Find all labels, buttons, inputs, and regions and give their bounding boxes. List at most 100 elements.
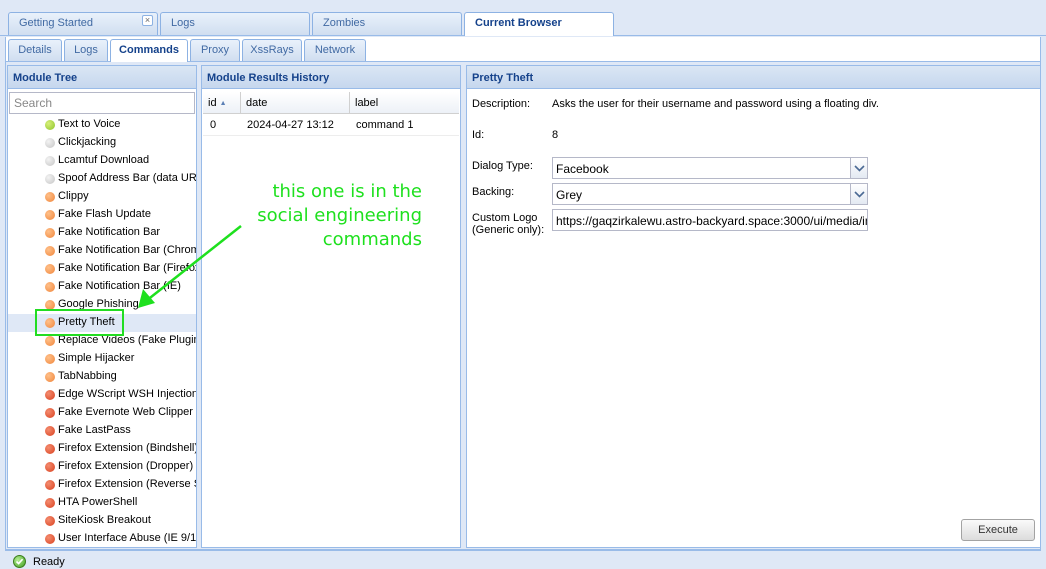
tree-item[interactable]: Spoof Address Bar (data URL) — [8, 170, 196, 188]
status-red-icon — [45, 498, 55, 508]
status-bar: Ready — [5, 550, 1041, 569]
status-text: Ready — [33, 556, 65, 568]
tree-item-label: Clickjacking — [58, 136, 117, 148]
tree-item-label: Fake LastPass — [58, 424, 131, 436]
dialog-type-select[interactable]: Facebook — [552, 157, 868, 179]
status-orange-icon — [45, 354, 55, 364]
module-detail-panel: Pretty Theft Description: Asks the user … — [466, 65, 1041, 548]
subtab-label: Details — [18, 44, 52, 56]
tree-item[interactable]: Fake Flash Update — [8, 206, 196, 224]
status-orange-icon — [45, 192, 55, 202]
tree-item[interactable]: Simple Hijacker — [8, 350, 196, 368]
tab-current-browser[interactable]: Current Browser — [464, 12, 614, 36]
status-grey-icon — [45, 138, 55, 148]
custom-logo-input[interactable]: https://gaqzirkalewu.astro-backyard.spac… — [552, 209, 868, 231]
tree-item-label: Fake Notification Bar — [58, 226, 161, 238]
status-red-icon — [45, 462, 55, 472]
status-orange-icon — [45, 264, 55, 274]
status-grey-icon — [45, 156, 55, 166]
subtab-label: Commands — [119, 44, 179, 56]
close-icon[interactable]: × — [142, 15, 153, 26]
status-orange-icon — [45, 210, 55, 220]
status-red-icon — [45, 516, 55, 526]
execute-button[interactable]: Execute — [961, 519, 1035, 541]
tab-getting-started[interactable]: Getting Started × — [8, 12, 158, 35]
status-red-icon — [45, 390, 55, 400]
tree-item[interactable]: Clippy — [8, 188, 196, 206]
tree-item[interactable]: Fake LastPass — [8, 422, 196, 440]
table-row[interactable]: 0 2024-04-27 13:12 command 1 — [203, 115, 459, 136]
subtab-label: Proxy — [200, 44, 230, 56]
chevron-down-icon[interactable] — [850, 184, 867, 204]
status-red-icon — [45, 408, 55, 418]
cell-id: 0 — [210, 119, 217, 131]
chevron-down-icon[interactable] — [850, 158, 867, 178]
subtab-label: XssRays — [250, 44, 294, 56]
subtab-logs[interactable]: Logs — [64, 39, 108, 61]
tree-item[interactable]: Fake Notification Bar (IE) — [8, 278, 196, 296]
column-label: date — [246, 97, 268, 109]
module-tree-panel: Module Tree Text to Voice Clickjacking L… — [7, 65, 197, 548]
tree-item-label: Firefox Extension (Dropper) — [58, 460, 194, 472]
panel-title: Module Tree — [8, 66, 196, 89]
column-header-date[interactable]: date — [241, 92, 350, 114]
annotation-text: this one is in the social engineering co… — [232, 180, 422, 252]
panel-title: Pretty Theft — [467, 66, 1040, 89]
tree-item[interactable]: User Interface Abuse (IE 9/10) — [8, 530, 196, 548]
tree-item-label: Simple Hijacker — [58, 352, 135, 364]
tree-item[interactable]: TabNabbing — [8, 368, 196, 386]
tree-item[interactable]: Fake Evernote Web Clipper — [8, 404, 196, 422]
description-label: Description: — [472, 98, 531, 110]
cell-date: 2024-04-27 13:12 — [247, 119, 334, 131]
tree-item[interactable]: Lcamtuf Download — [8, 152, 196, 170]
tree-item[interactable]: Text to Voice — [8, 116, 196, 134]
column-header-label[interactable]: label — [350, 92, 459, 114]
subtab-label: Logs — [74, 44, 98, 56]
tree-item-label: Text to Voice — [58, 118, 121, 130]
subtab-network[interactable]: Network — [304, 39, 366, 61]
status-red-icon — [45, 426, 55, 436]
tree-item[interactable]: HTA PowerShell — [8, 494, 196, 512]
backing-select[interactable]: Grey — [552, 183, 868, 205]
tree-item[interactable]: Firefox Extension (Reverse Shell) — [8, 476, 196, 494]
tree-item[interactable]: Fake Notification Bar — [8, 224, 196, 242]
status-red-icon — [45, 480, 55, 490]
annotation-line: social engineering — [257, 205, 422, 226]
results-panel: Module Results History id ▲ date label 0 … — [201, 65, 461, 548]
subtab-proxy[interactable]: Proxy — [190, 39, 240, 61]
backing-value: Grey — [556, 188, 583, 202]
tab-label: Logs — [171, 17, 195, 29]
dialog-type-label: Dialog Type: — [472, 160, 533, 172]
status-red-icon — [45, 534, 55, 544]
status-green-icon — [45, 120, 55, 130]
annotation-line: commands — [322, 229, 422, 250]
sort-ascending-icon: ▲ — [219, 100, 227, 107]
tree-item-label: HTA PowerShell — [58, 496, 138, 508]
tree-item[interactable]: Clickjacking — [8, 134, 196, 152]
status-orange-icon — [45, 282, 55, 292]
browser-tab-bar: Details Logs Commands Proxy XssRays Netw… — [5, 37, 1041, 62]
subtab-xssrays[interactable]: XssRays — [242, 39, 302, 61]
column-label: label — [355, 97, 379, 109]
subtab-details[interactable]: Details — [8, 39, 62, 61]
tree-item[interactable]: Edge WScript WSH Injection — [8, 386, 196, 404]
tree-item[interactable]: Fake Notification Bar (Chrome) — [8, 242, 196, 260]
tree-item-label: User Interface Abuse (IE 9/10) — [58, 532, 196, 544]
tree-item[interactable]: Firefox Extension (Dropper) — [8, 458, 196, 476]
status-ok-icon — [13, 555, 26, 568]
tree-item[interactable]: Fake Notification Bar (Firefox) — [8, 260, 196, 278]
column-header-id[interactable]: id ▲ — [203, 92, 241, 114]
search-box — [9, 92, 195, 114]
tree-item-label: Lcamtuf Download — [58, 154, 150, 166]
search-input[interactable] — [9, 92, 195, 114]
tab-label: Zombies — [323, 17, 366, 29]
tree-item[interactable]: Firefox Extension (Bindshell) — [8, 440, 196, 458]
tab-logs[interactable]: Logs — [160, 12, 310, 35]
status-orange-icon — [45, 246, 55, 256]
tab-zombies[interactable]: Zombies — [312, 12, 462, 35]
tree-item-label: Spoof Address Bar (data URL) — [58, 172, 196, 184]
subtab-commands[interactable]: Commands — [110, 39, 188, 62]
tree-item[interactable]: SiteKiosk Breakout — [8, 512, 196, 530]
tree-item-label: Fake Notification Bar (IE) — [58, 280, 181, 292]
tree-item-label: Fake Notification Bar (Chrome) — [58, 244, 196, 256]
